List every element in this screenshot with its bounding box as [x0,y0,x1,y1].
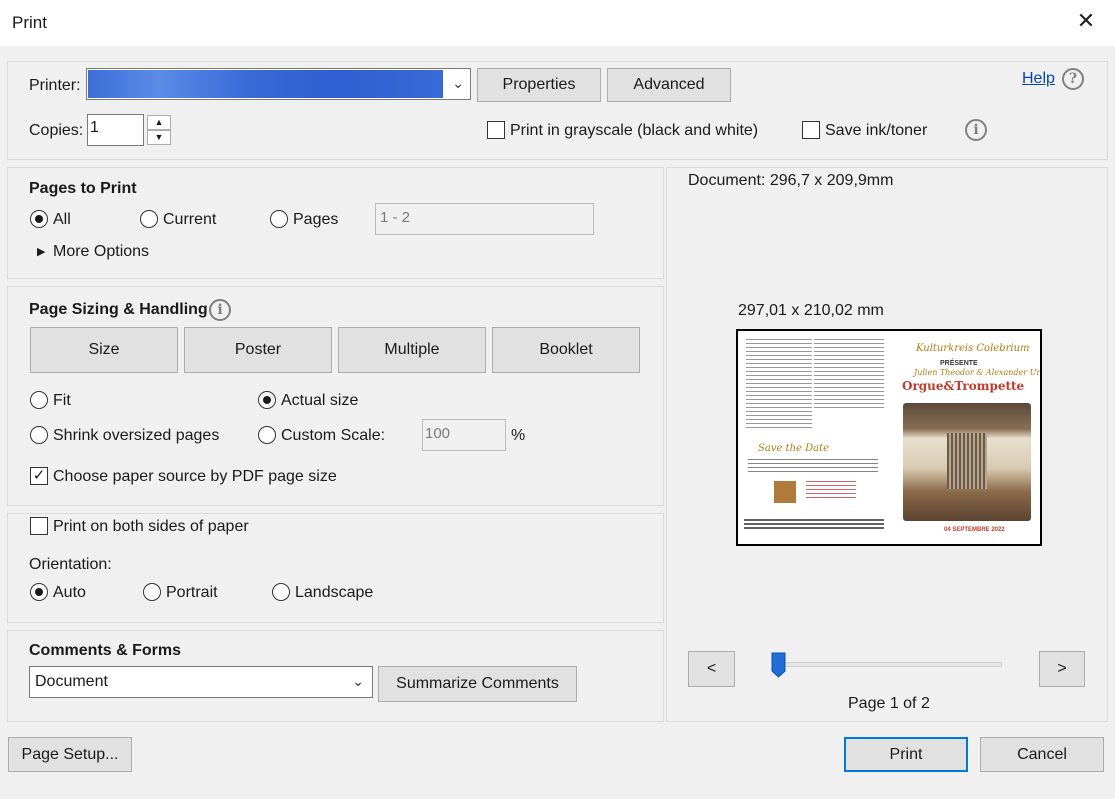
comments-selected-value: Document [35,673,108,690]
radio-landscape[interactable] [272,583,290,601]
copies-input[interactable]: 1 [87,114,144,146]
info-icon[interactable]: i [209,299,231,321]
preview-save-the-date: Save the Date [758,443,830,454]
preview-event-title: Orgue&Trompette [902,379,1025,393]
radio-auto[interactable] [30,583,48,601]
summarize-comments-button[interactable]: Summarize Comments [378,666,577,702]
copies-decrement-icon[interactable]: ▼ [147,130,171,145]
both-sides-checkbox[interactable] [30,517,48,535]
page-slider-track[interactable] [779,662,1002,667]
help-link[interactable]: Help [1022,70,1055,88]
radio-shrink[interactable] [30,426,48,444]
prev-page-button[interactable]: < [688,651,735,687]
tab-poster[interactable]: Poster [184,327,332,373]
help-icon[interactable]: ? [1062,68,1084,90]
sheet-size: 297,01 x 210,02 mm [738,302,884,319]
preview-presents: PRÉSENTE [940,360,978,367]
copies-label: Copies: [29,122,84,139]
paper-source-checkbox[interactable]: ✓ [30,467,48,485]
preview-date: 04 SEPTEMBRE 2022 [944,527,1005,533]
radio-custom-scale-label: Custom Scale: [281,427,386,444]
paper-source-label: Choose paper source by PDF page size [53,468,337,485]
radio-all[interactable] [30,210,48,228]
tab-multiple[interactable]: Multiple [338,327,486,373]
save-ink-checkbox[interactable] [802,121,820,139]
next-page-button[interactable]: > [1039,651,1085,687]
tab-booklet[interactable]: Booklet [492,327,640,373]
save-ink-label: Save ink/toner [825,122,928,139]
chevron-down-icon: ⌄ [452,75,464,91]
radio-auto-label: Auto [53,584,86,601]
cancel-button[interactable]: Cancel [980,737,1104,772]
page-range-input[interactable]: 1 - 2 [375,203,594,235]
radio-actual-size[interactable] [258,391,276,409]
preview-text-block [806,481,856,499]
chevron-down-icon: ⌄ [352,673,364,689]
print-button[interactable]: Print [844,737,968,772]
info-icon[interactable]: i [965,119,987,141]
copies-increment-icon[interactable]: ▲ [147,115,171,130]
preview-text-block [814,339,884,409]
more-options-toggle[interactable]: More Options [53,243,149,261]
preview-text-block [748,459,878,473]
radio-pages[interactable] [270,210,288,228]
pages-to-print-heading: Pages to Print [29,180,137,197]
preview-text-block [746,339,812,429]
printer-label: Printer: [29,77,81,94]
preview-performers: Julien Theodor & Alexander Urhaus [914,368,1041,377]
preview-organ-image [903,403,1031,521]
page-preview: Save the Date Kulturkreis Colebrium PRÉS… [736,329,1042,546]
radio-shrink-label: Shrink oversized pages [53,427,220,444]
document-size: Document: 296,7 x 209,9mm [688,172,894,189]
preview-organ-pipes [947,433,987,489]
printer-selected-value [88,70,443,98]
grayscale-checkbox[interactable] [487,121,505,139]
page-slider-thumb[interactable] [771,652,786,678]
preview-qr-image [774,481,796,503]
radio-current-label: Current [163,211,217,228]
grayscale-label: Print in grayscale (black and white) [510,122,759,139]
page-sizing-heading: Page Sizing & Handling [29,301,208,318]
properties-button[interactable]: Properties [477,68,601,102]
close-icon[interactable]: ✕ [1073,8,1099,34]
orientation-label: Orientation: [29,556,112,573]
tab-size[interactable]: Size [30,327,178,373]
custom-scale-input[interactable]: 100 [422,419,506,451]
scale-unit: % [511,427,526,444]
advanced-button[interactable]: Advanced [607,68,731,102]
preview-text-block [744,519,884,529]
radio-actual-size-label: Actual size [281,392,359,409]
radio-all-label: All [53,211,71,228]
printer-select[interactable]: ⌄ [86,68,471,100]
radio-landscape-label: Landscape [295,584,374,601]
both-sides-label: Print on both sides of paper [53,518,249,535]
comments-heading: Comments & Forms [29,642,182,659]
expand-triangle-icon[interactable]: ▶ [37,245,45,258]
preview-script-title: Kulturkreis Colebrium [916,343,1030,354]
page-setup-button[interactable]: Page Setup... [8,737,132,772]
radio-custom-scale[interactable] [258,426,276,444]
radio-current[interactable] [140,210,158,228]
page-indicator: Page 1 of 2 [848,695,930,712]
dialog-title: Print [12,13,47,32]
title-bar [0,0,1115,46]
radio-pages-label: Pages [293,211,339,228]
comments-select[interactable]: Document ⌄ [29,666,373,698]
radio-fit[interactable] [30,391,48,409]
radio-fit-label: Fit [53,392,71,409]
radio-portrait-label: Portrait [166,584,218,601]
radio-portrait[interactable] [143,583,161,601]
